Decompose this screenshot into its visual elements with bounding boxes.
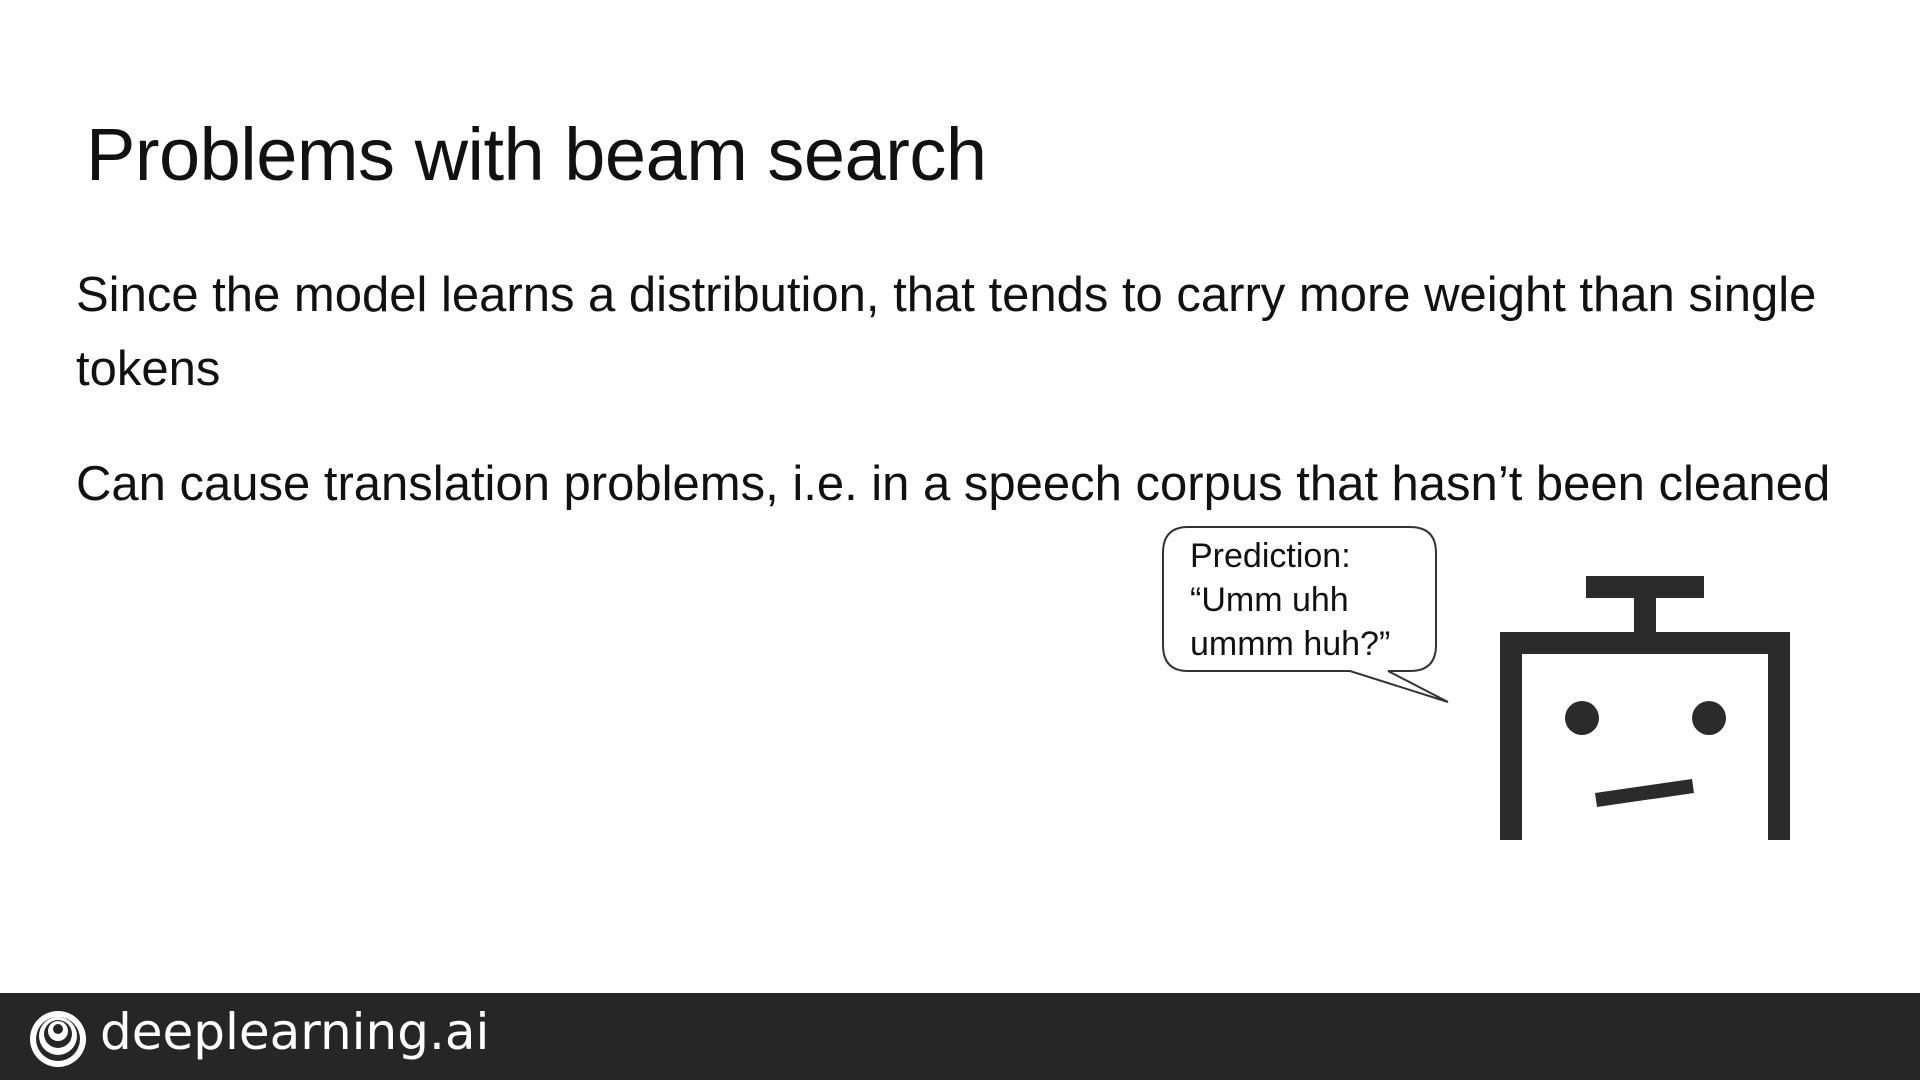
speech-bubble-text: Prediction: “Umm uhh ummm huh?” <box>1190 534 1430 666</box>
bullet-translation-problems: Can cause translation problems, i.e. in … <box>76 457 1831 511</box>
footer-bar: deeplearning.ai <box>0 993 1920 1080</box>
slide-title: Problems with beam search <box>86 113 987 196</box>
bubble-line-prediction: Prediction: <box>1190 537 1351 575</box>
robot-face-icon <box>1500 576 1790 840</box>
speech-bubble: Prediction: “Umm uhh ummm huh?” <box>1162 526 1449 708</box>
robot-antenna-bar <box>1586 576 1704 598</box>
bubble-line-ummm-huh: ummm huh?” <box>1190 625 1391 663</box>
slide: Problems with beam search Since the mode… <box>0 0 1920 1080</box>
robot-mouth <box>1595 779 1694 807</box>
robot-left-eye <box>1565 701 1599 735</box>
footer-brand-name: deeplearning.ai <box>100 1003 490 1061</box>
robot-right-eye <box>1692 701 1726 735</box>
robot-head-left <box>1500 632 1522 840</box>
deeplearning-spiral-logo-icon <box>30 1011 86 1067</box>
bubble-line-umm-uhh: “Umm uhh <box>1190 581 1349 619</box>
robot-head-right <box>1768 632 1790 840</box>
robot-antenna-stem <box>1634 596 1656 632</box>
bullet-distribution: Since the model learns a distribution, t… <box>76 268 1817 396</box>
robot-head-top <box>1500 632 1790 654</box>
